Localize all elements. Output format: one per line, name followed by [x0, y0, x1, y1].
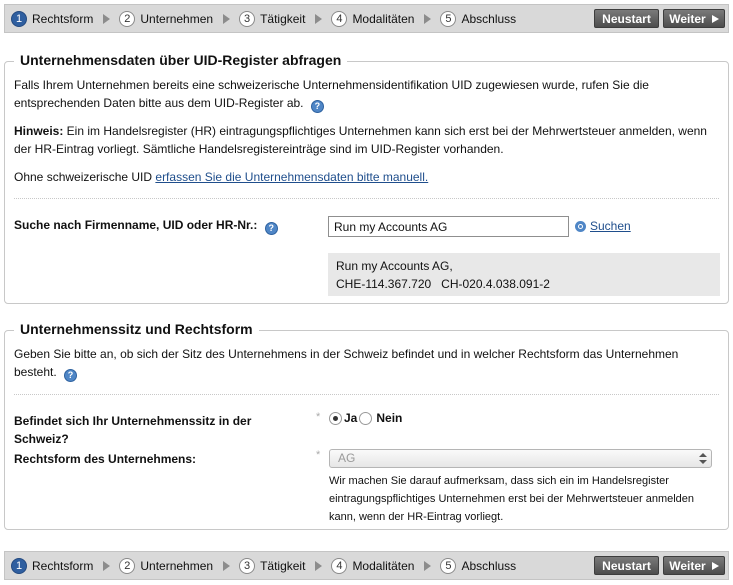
step-arrow-icon [103, 13, 111, 24]
play-arrow-icon [711, 561, 719, 570]
step-4[interactable]: 4 Modalitäten [331, 557, 415, 574]
step-5-number: 5 [440, 10, 457, 27]
result-company-name: Run my Accounts AG, [336, 259, 453, 273]
step-1-number: 1 [11, 10, 27, 27]
play-arrow-icon [711, 14, 719, 23]
next-button-label: Weiter [669, 558, 706, 573]
seat-legal-form-section: Unternehmenssitz und Rechtsform Geben Si… [4, 321, 729, 530]
uid-intro-text: Falls Ihrem Unternehmen bereits eine sch… [14, 78, 649, 110]
step-3[interactable]: 3 Tätigkeit [239, 557, 306, 574]
search-field-label: Suche nach Firmenname, UID oder HR-Nr.: … [14, 216, 278, 235]
seat-no-radio[interactable] [359, 411, 373, 425]
step-5-label: Abschluss [461, 558, 517, 573]
help-icon[interactable]: ? [264, 222, 278, 235]
restart-button-label: Neustart [602, 558, 651, 573]
legal-form-note: Wir machen Sie darauf aufmerksam, dass s… [329, 475, 695, 523]
step-2[interactable]: 2 Unternehmen [119, 10, 214, 27]
step-arrow-icon [315, 560, 323, 571]
seat-question-label: Befindet sich Ihr Unternehmenssitz in de… [14, 414, 252, 446]
restart-button[interactable]: Neustart [594, 9, 659, 28]
step-navigation-bottom: 1 Rechtsform 2 Unternehmen 3 Tätigkeit 4… [4, 551, 729, 580]
hint-text: Ein im Handelsregister (HR) eintragungsp… [14, 124, 707, 156]
help-icon[interactable]: ? [64, 369, 78, 382]
manual-entry-prefix: Ohne schweizerische UID [14, 170, 156, 184]
step-4[interactable]: 4 Modalitäten [331, 10, 415, 27]
step-4-number: 4 [331, 557, 348, 574]
required-marker: * [316, 449, 321, 461]
step-3-label: Tätigkeit [260, 11, 306, 26]
uid-section-title: Unternehmensdaten über UID-Register abfr… [14, 52, 348, 68]
legal-form-label: Rechtsform des Unternehmens: [14, 452, 197, 466]
next-button-label: Weiter [669, 11, 706, 26]
section-divider [14, 198, 719, 199]
search-button[interactable]: Suchen [575, 219, 631, 233]
search-result[interactable]: Run my Accounts AG, CHE-114.367.720 CH-0… [328, 253, 720, 296]
step-2-label: Unternehmen [140, 11, 214, 26]
hint-label: Hinweis: [14, 124, 64, 138]
seat-no-label: Nein [376, 411, 403, 425]
seat-intro-text: Geben Sie bitte an, ob sich der Sitz des… [14, 347, 679, 379]
seat-section-title: Unternehmenssitz und Rechtsform [14, 321, 259, 337]
step-2-number: 2 [119, 10, 136, 27]
section-divider [14, 394, 719, 395]
step-2-number: 2 [119, 557, 136, 574]
step-4-number: 4 [331, 10, 348, 27]
select-arrows-icon [699, 453, 707, 464]
seat-radio-group: Ja Nein [329, 411, 404, 425]
uid-intro-paragraph: Falls Ihrem Unternehmen bereits eine sch… [14, 76, 714, 113]
manual-entry-paragraph: Ohne schweizerische UID erfassen Sie die… [14, 168, 714, 186]
result-company-ids: CHE-114.367.720 CH-020.4.038.091-2 [336, 277, 550, 291]
step-arrow-icon [424, 560, 432, 571]
search-button-label: Suchen [590, 219, 631, 233]
legal-form-select[interactable]: AG [329, 449, 712, 468]
step-1-label: Rechtsform [32, 11, 94, 26]
step-5[interactable]: 5 Abschluss [440, 10, 517, 27]
search-label-text: Suche nach Firmenname, UID oder HR-Nr.: [14, 218, 258, 232]
step-arrow-icon [315, 13, 323, 24]
step-1-label: Rechtsform [32, 558, 94, 573]
step-navigation-top: 1 Rechtsform 2 Unternehmen 3 Tätigkeit 4… [4, 4, 729, 33]
uid-hint-paragraph: Hinweis: Ein im Handelsregister (HR) ein… [14, 122, 714, 158]
step-3-label: Tätigkeit [260, 558, 306, 573]
step-arrow-icon [103, 560, 111, 571]
legal-form-value: AG [338, 451, 356, 465]
step-1-number: 1 [11, 557, 27, 574]
step-1[interactable]: 1 Rechtsform [11, 557, 94, 574]
seat-intro-paragraph: Geben Sie bitte an, ob sich der Sitz des… [14, 345, 714, 382]
help-icon[interactable]: ? [310, 100, 324, 113]
step-5[interactable]: 5 Abschluss [440, 557, 517, 574]
step-3-number: 3 [239, 557, 256, 574]
uid-lookup-section: Unternehmensdaten über UID-Register abfr… [4, 52, 729, 304]
restart-button[interactable]: Neustart [594, 556, 659, 575]
step-3[interactable]: 3 Tätigkeit [239, 10, 306, 27]
step-arrow-icon [223, 13, 231, 24]
next-button[interactable]: Weiter [663, 556, 725, 575]
step-arrow-icon [424, 13, 432, 24]
step-5-label: Abschluss [461, 11, 517, 26]
manual-entry-link[interactable]: erfassen Sie die Unternehmensdaten bitte… [155, 170, 428, 184]
company-search-input[interactable] [328, 216, 569, 237]
seat-yes-label: Ja [344, 411, 358, 425]
search-icon [575, 220, 586, 232]
step-3-number: 3 [239, 10, 256, 27]
step-2[interactable]: 2 Unternehmen [119, 557, 214, 574]
step-5-number: 5 [440, 557, 457, 574]
step-1[interactable]: 1 Rechtsform [11, 10, 94, 27]
required-marker: * [316, 411, 321, 423]
next-button[interactable]: Weiter [663, 9, 725, 28]
seat-yes-radio[interactable] [329, 411, 342, 425]
step-4-label: Modalitäten [352, 11, 415, 26]
restart-button-label: Neustart [602, 11, 651, 26]
step-arrow-icon [223, 560, 231, 571]
step-4-label: Modalitäten [352, 558, 415, 573]
step-2-label: Unternehmen [140, 558, 214, 573]
